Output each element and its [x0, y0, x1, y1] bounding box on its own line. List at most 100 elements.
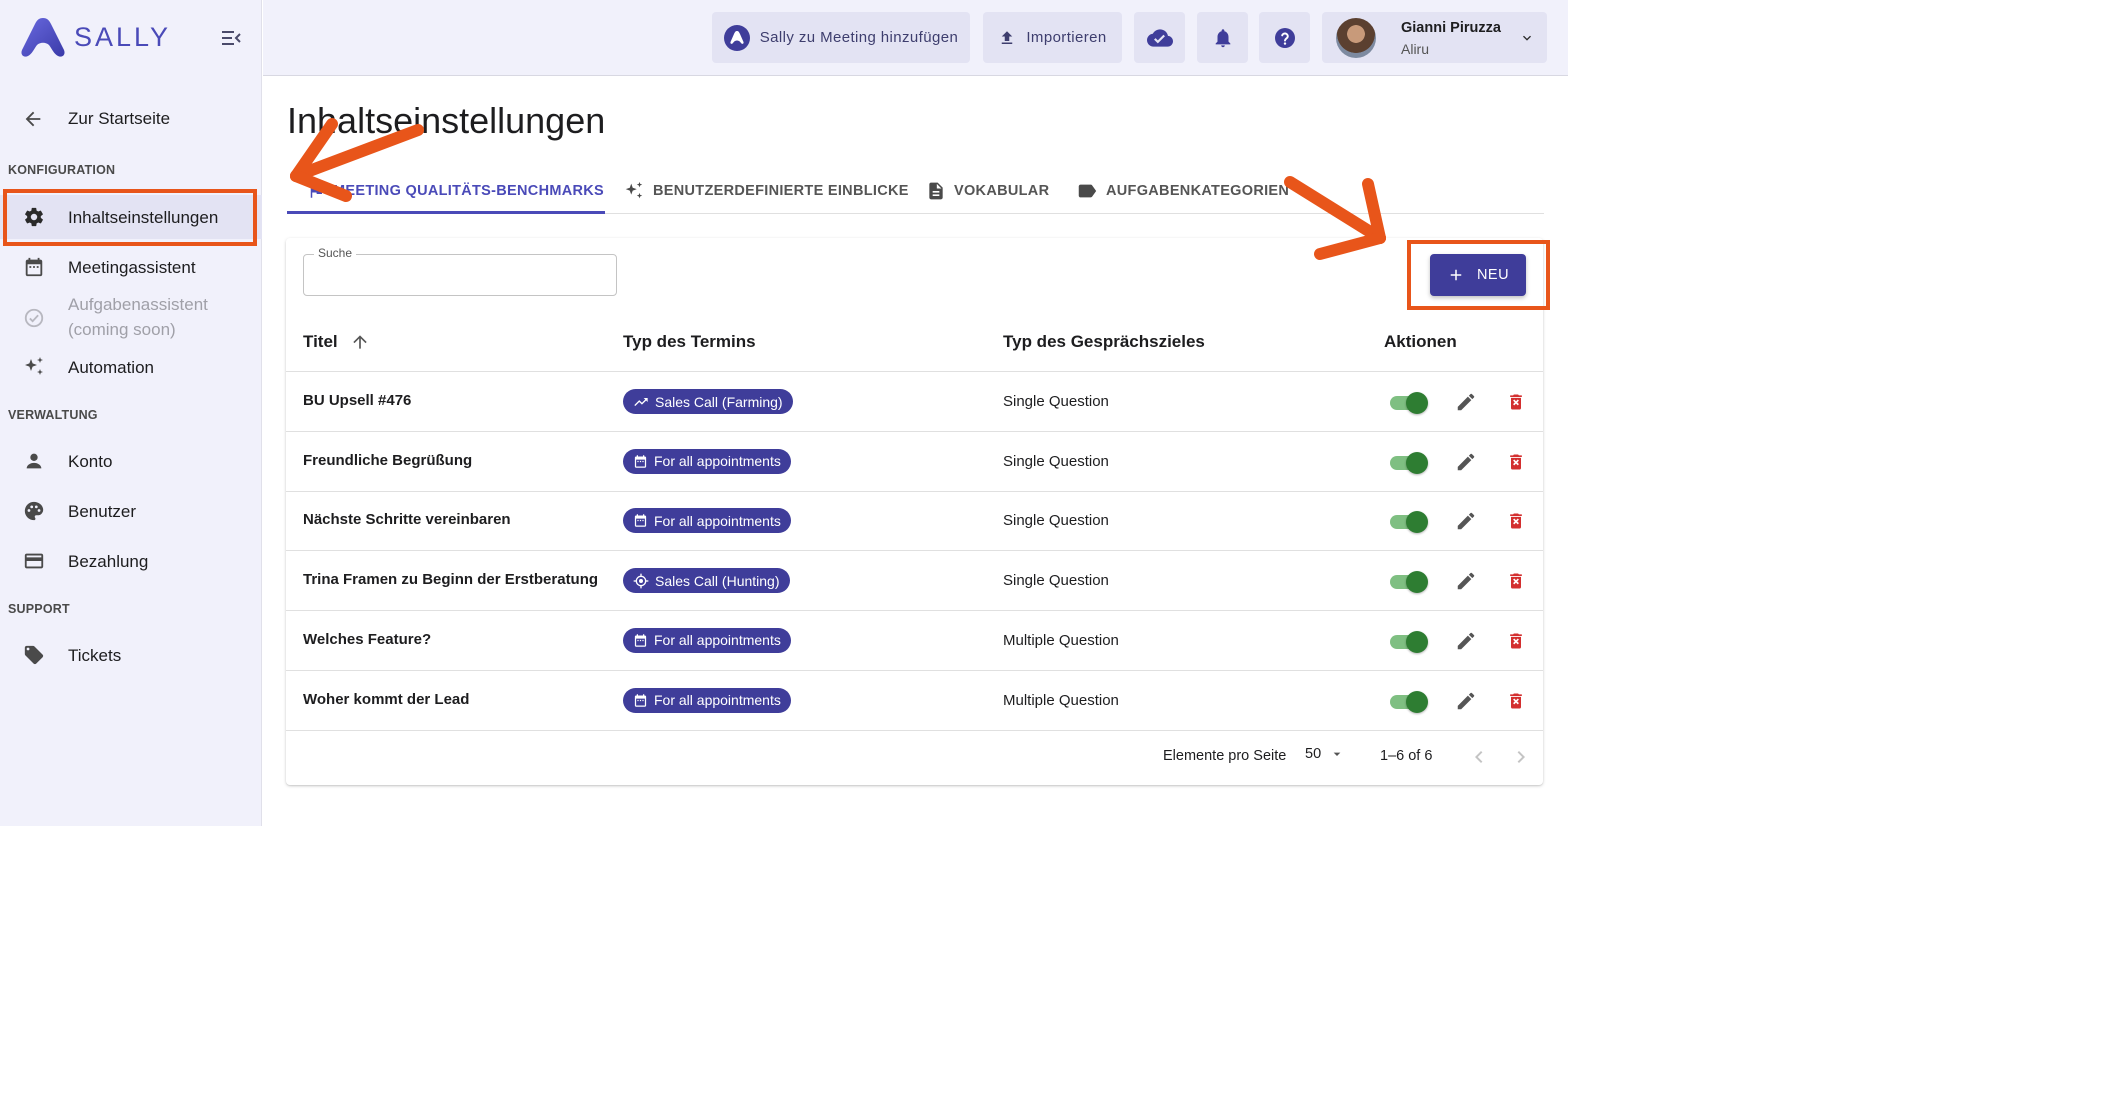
- sidebar: SALLY Zur Startseite KONFIGURATION Inhal…: [0, 0, 262, 826]
- enabled-toggle[interactable]: [1388, 509, 1428, 534]
- top-bar: Sally zu Meeting hinzufügen Importieren …: [263, 0, 1568, 76]
- delete-button[interactable]: [1504, 629, 1528, 653]
- edit-button[interactable]: [1454, 569, 1478, 593]
- delete-button[interactable]: [1504, 390, 1528, 414]
- active-tab-indicator: [287, 211, 605, 214]
- upload-icon: [1002, 30, 1013, 44]
- sidebar-item-benutzer[interactable]: Benutzer: [0, 489, 262, 533]
- row-title: BU Upsell #476: [303, 392, 412, 409]
- column-header-actions: Aktionen: [1384, 332, 1457, 351]
- sidebar-item-tickets[interactable]: Tickets: [0, 633, 262, 677]
- enabled-toggle[interactable]: [1388, 390, 1428, 414]
- search-input[interactable]: [304, 255, 616, 295]
- sally-logo[interactable]: SALLY: [20, 16, 171, 58]
- calendar-icon: [22, 255, 46, 279]
- tab-custom-insights[interactable]: BENUTZERDEFINIERTE EINBLICKE: [623, 168, 909, 213]
- edit-button[interactable]: [1454, 390, 1478, 414]
- chevron-left-icon: [1475, 751, 1483, 763]
- arrow-left-icon: [25, 111, 41, 127]
- brand-name: SALLY: [74, 21, 172, 52]
- back-to-home-link[interactable]: Zur Startseite: [22, 104, 170, 134]
- sally-logo-mark: [21, 18, 65, 57]
- cloud-sync-button[interactable]: [1134, 12, 1185, 63]
- toggle-thumb: [1406, 451, 1428, 474]
- column-header-appointment-type[interactable]: Typ des Termins: [623, 332, 756, 352]
- row-title: Welches Feature?: [303, 630, 432, 648]
- sidebar-item-label: Automation: [68, 357, 154, 377]
- tag-icon: [22, 643, 46, 667]
- sidebar-item-bezahlung[interactable]: Bezahlung: [0, 539, 262, 583]
- chip-label: Sales Call (Farming): [655, 393, 783, 410]
- calendar-icon: [633, 513, 648, 528]
- tab-meeting-benchmarks[interactable]: MEETING QUALITÄTS-BENCHMARKS: [307, 168, 604, 213]
- rows-per-page-value: 50: [1305, 746, 1322, 762]
- notifications-button[interactable]: [1197, 12, 1248, 63]
- sidebar-item-label: Konto: [68, 451, 113, 471]
- chip-label: For all appointments: [654, 453, 781, 470]
- calendar-icon: [633, 633, 648, 648]
- add-to-meeting-label: Sally zu Meeting hinzufügen: [759, 29, 959, 46]
- next-page-button[interactable]: [1509, 745, 1533, 774]
- edit-button[interactable]: [1454, 450, 1478, 474]
- table-header: Titel Typ des Termins Typ des Gesprächsz…: [286, 318, 1543, 372]
- pencil-icon: [1457, 513, 1475, 530]
- add-sally-to-meeting-button[interactable]: Sally zu Meeting hinzufügen: [712, 12, 970, 63]
- column-header-goal-type[interactable]: Typ des Gesprächszieles: [1003, 332, 1205, 352]
- pagination-range: 1–6 of 6: [1380, 748, 1433, 764]
- user-menu[interactable]: Gianni Piruzza Aliru: [1322, 12, 1547, 63]
- new-button-label: NEU: [1476, 267, 1510, 283]
- new-button[interactable]: NEU: [1430, 254, 1526, 296]
- help-button[interactable]: [1259, 12, 1310, 63]
- collapse-menu-icon[interactable]: [220, 28, 242, 53]
- delete-button[interactable]: [1504, 450, 1528, 474]
- tab-vocabulary[interactable]: VOKABULAR: [926, 168, 1049, 213]
- enabled-toggle[interactable]: [1388, 569, 1428, 594]
- goal-type: Single Question: [1003, 452, 1109, 470]
- label-icon: [1076, 180, 1098, 202]
- rows-per-page-select[interactable]: 50: [1305, 746, 1345, 762]
- goal-type: Single Question: [1003, 393, 1109, 410]
- tab-label: AUFGABENKATEGORIEN: [1106, 182, 1290, 199]
- target-icon: [633, 573, 649, 589]
- section-title-verwaltung: VERWALTUNG: [8, 408, 98, 422]
- enabled-toggle[interactable]: [1388, 629, 1428, 653]
- pencil-icon: [1457, 692, 1475, 709]
- edit-button[interactable]: [1454, 629, 1478, 653]
- search-field[interactable]: Suche: [303, 246, 617, 296]
- appointment-type-chip: For all appointments: [623, 687, 791, 713]
- bell-icon: [1215, 28, 1230, 47]
- pencil-icon: [1457, 632, 1475, 650]
- document-icon: [926, 181, 946, 201]
- sidebar-item-label-line1: Aufgabenassistent: [68, 295, 208, 314]
- edit-button[interactable]: [1454, 509, 1478, 533]
- delete-button[interactable]: [1504, 689, 1528, 713]
- edit-button[interactable]: [1454, 689, 1478, 713]
- import-button[interactable]: Importieren: [983, 12, 1122, 63]
- tab-task-categories[interactable]: AUFGABENKATEGORIEN: [1076, 168, 1289, 213]
- previous-page-button[interactable]: [1467, 745, 1491, 774]
- pencil-icon: [1457, 453, 1475, 470]
- toggle-thumb: [1406, 392, 1428, 414]
- delete-button[interactable]: [1504, 569, 1528, 593]
- tab-label: VOKABULAR: [954, 182, 1050, 199]
- enabled-toggle[interactable]: [1388, 689, 1428, 713]
- goal-type: Single Question: [1003, 572, 1109, 590]
- sidebar-item-automation[interactable]: Automation: [0, 345, 262, 389]
- toggle-thumb: [1406, 571, 1428, 594]
- row-title: Nächste Schritte vereinbaren: [303, 511, 511, 529]
- chip-label: For all appointments: [654, 632, 781, 649]
- page-title: Inhaltseinstellungen: [287, 100, 606, 141]
- credit-card-icon: [22, 549, 46, 573]
- sidebar-item-inhaltseinstellungen[interactable]: Inhaltseinstellungen: [0, 195, 262, 239]
- sidebar-item-meetingassistent[interactable]: Meetingassistent: [0, 245, 262, 289]
- column-header-title[interactable]: Titel: [303, 332, 370, 352]
- appointment-type-chip: Sales Call (Hunting): [623, 568, 790, 594]
- enabled-toggle[interactable]: [1388, 450, 1428, 474]
- plus-icon: [1447, 266, 1465, 284]
- sidebar-item-konto[interactable]: Konto: [0, 439, 262, 483]
- avatar: [1336, 18, 1376, 58]
- section-title-konfiguration: KONFIGURATION: [8, 163, 116, 177]
- chevron-right-icon: [1517, 751, 1525, 763]
- delete-button[interactable]: [1504, 509, 1528, 533]
- palette-icon: [22, 499, 46, 523]
